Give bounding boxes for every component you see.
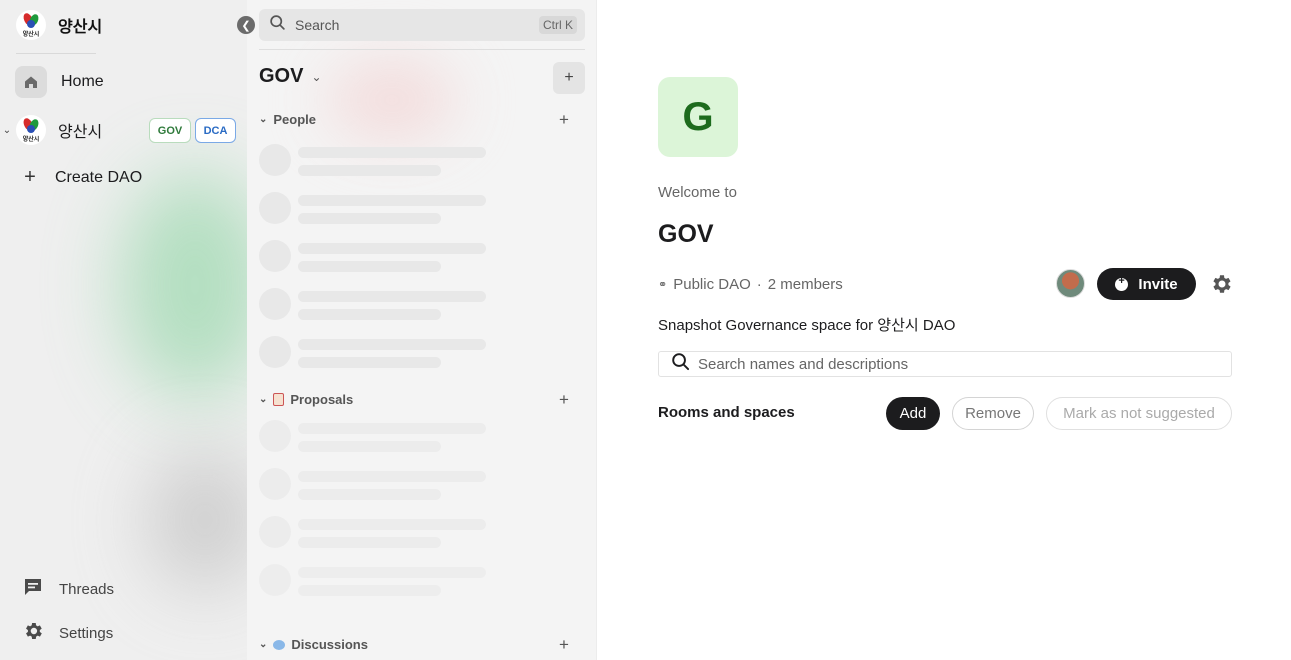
- dao-item[interactable]: ⌄ 양산시 양산시 GOV DCA: [0, 114, 247, 146]
- search-bar[interactable]: Search Ctrl K: [259, 9, 585, 41]
- skeleton-row: [259, 420, 489, 454]
- chevron-down-icon: ⌄: [311, 69, 322, 84]
- members-count[interactable]: 2 members: [768, 276, 843, 293]
- gear-icon: [22, 620, 44, 647]
- add-people-button[interactable]: +: [559, 110, 569, 130]
- search-icon: [671, 352, 690, 376]
- section-proposals-label: Proposals: [290, 392, 354, 407]
- section-people-label: People: [273, 112, 317, 127]
- skeleton-row: [259, 240, 489, 274]
- space-meta: ⚭ Public DAO · 2 members: [658, 276, 843, 293]
- plus-icon: +: [24, 166, 36, 188]
- space-title: GOV: [259, 65, 304, 87]
- globe-icon: ⚭: [658, 279, 668, 291]
- rooms-heading: Rooms and spaces: [658, 404, 795, 421]
- visibility-label: Public DAO: [673, 276, 751, 293]
- shortcut-badge: Ctrl K: [539, 16, 577, 34]
- section-discussions-label: Discussions: [291, 637, 368, 652]
- avatar[interactable]: [1056, 269, 1085, 298]
- chevron-down-icon: ⌄: [259, 394, 268, 405]
- org-header[interactable]: 양산시 양산시: [16, 10, 102, 40]
- threads-label: Threads: [59, 581, 115, 598]
- add-room-button[interactable]: +: [553, 62, 585, 94]
- skeleton-row: [259, 564, 489, 598]
- nav-settings[interactable]: Settings: [22, 620, 113, 647]
- decorative-blur: [120, 170, 247, 400]
- space-avatar: G: [658, 77, 738, 157]
- space-description: Snapshot Governance space for 양산시 DAO: [658, 317, 956, 334]
- skeleton-row: [259, 336, 489, 370]
- space-chip-gov[interactable]: GOV: [149, 118, 191, 143]
- skeleton-row: [259, 192, 489, 226]
- main-content: G Welcome to GOV ⚭ Public DAO · 2 member…: [597, 0, 1291, 660]
- org-name: 양산시: [58, 19, 103, 36]
- threads-icon: [22, 576, 44, 603]
- space-title-dropdown[interactable]: GOV ⌄: [259, 65, 322, 88]
- divider: [259, 49, 585, 50]
- remove-button[interactable]: Remove: [952, 397, 1034, 430]
- page-title: GOV: [658, 220, 714, 248]
- add-discussion-button[interactable]: +: [559, 635, 569, 655]
- skeleton-row: [259, 288, 489, 322]
- dao-name: 양산시: [58, 124, 103, 141]
- chevron-down-icon: ⌄: [259, 639, 268, 650]
- create-dao-label: Create DAO: [55, 168, 143, 186]
- decorative-blur: [150, 450, 247, 590]
- invite-button[interactable]: Invite: [1097, 268, 1196, 300]
- section-people[interactable]: ⌄ People: [259, 112, 316, 127]
- clipboard-icon: [273, 393, 285, 406]
- dao-logo: 양산시: [16, 115, 46, 145]
- nav-threads[interactable]: Threads: [22, 576, 114, 603]
- home-icon: [15, 66, 47, 98]
- invite-label: Invite: [1138, 275, 1178, 293]
- add-button[interactable]: Add: [886, 397, 940, 430]
- chevron-left-icon[interactable]: ❮: [237, 16, 255, 34]
- search-placeholder: Search: [295, 17, 340, 33]
- speech-bubble-icon: [273, 639, 286, 650]
- rooms-search-input[interactable]: Search names and descriptions: [658, 351, 1232, 377]
- skeleton-row: [259, 516, 489, 550]
- org-logo: 양산시: [16, 10, 46, 40]
- divider: [16, 53, 96, 54]
- invite-icon: [1115, 275, 1129, 291]
- space-panel: Search Ctrl K GOV ⌄ + ⌄ People + ⌄ Propo…: [247, 0, 597, 660]
- settings-label: Settings: [59, 625, 114, 642]
- search-icon: [269, 14, 286, 36]
- skeleton-row: [259, 468, 489, 502]
- create-dao-button[interactable]: + Create DAO: [22, 166, 142, 189]
- add-proposal-button[interactable]: +: [559, 390, 569, 410]
- meta-separator: ·: [756, 276, 762, 293]
- welcome-text: Welcome to: [658, 184, 737, 201]
- section-proposals[interactable]: ⌄ Proposals: [259, 392, 353, 407]
- mark-not-suggested-button[interactable]: Mark as not suggested: [1046, 397, 1232, 430]
- chevron-down-icon[interactable]: ⌄: [0, 125, 14, 136]
- rooms-search-placeholder: Search names and descriptions: [698, 355, 909, 373]
- section-discussions[interactable]: ⌄ Discussions: [259, 637, 368, 652]
- decorative-blur: [327, 60, 457, 140]
- sidebar: 양산시 양산시 Home ⌄ 양산시 양산시 GOV DCA + Create …: [0, 0, 247, 660]
- nav-home-label: Home: [61, 73, 104, 90]
- skeleton-row: [259, 144, 489, 178]
- gear-icon[interactable]: [1209, 272, 1233, 301]
- space-chip-dca[interactable]: DCA: [195, 118, 236, 143]
- chevron-down-icon: ⌄: [259, 114, 268, 125]
- nav-home[interactable]: Home: [15, 66, 104, 98]
